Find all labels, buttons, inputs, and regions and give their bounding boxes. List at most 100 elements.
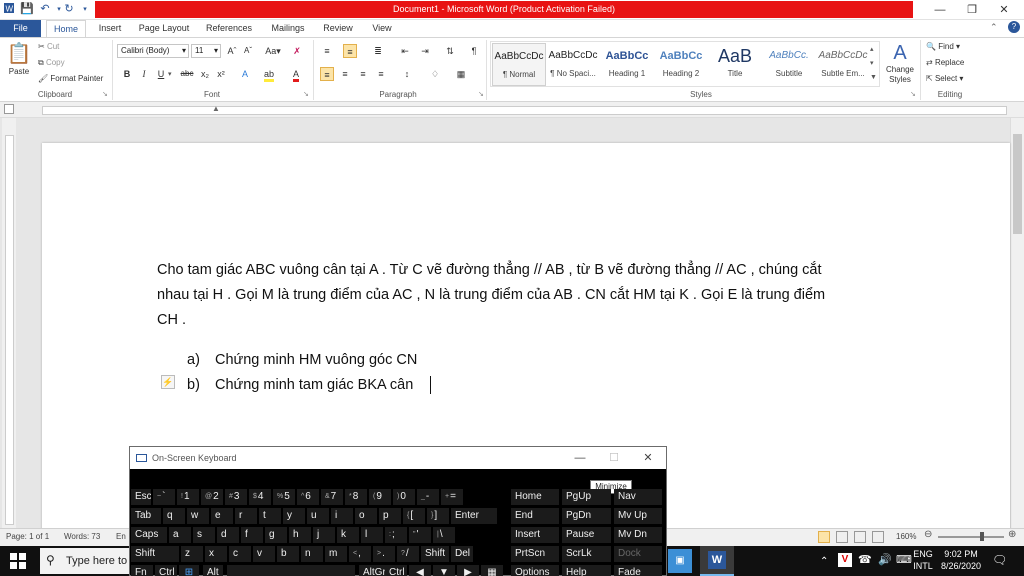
osk-nav-key[interactable]: Pause	[562, 527, 611, 543]
osk-key[interactable]: p	[379, 508, 401, 524]
autocorrect-options-icon[interactable]: ⚡	[161, 375, 175, 389]
ruler-scale[interactable]	[42, 106, 1007, 115]
osk-nav-key[interactable]: Options	[511, 565, 559, 576]
osk-key[interactable]: {[	[403, 508, 425, 524]
page-count[interactable]: Page: 1 of 1	[6, 528, 49, 546]
numbering-icon[interactable]: ≡	[343, 44, 357, 58]
select-button[interactable]: ⇱ Select ▾	[926, 73, 963, 84]
osk-space-key[interactable]	[227, 565, 355, 576]
language-indicator[interactable]: ENG INTL	[912, 548, 934, 572]
shading-icon[interactable]: ♢	[428, 67, 442, 81]
osk-nav-key[interactable]: Mv Up	[614, 508, 662, 524]
osk-key[interactable]: y	[283, 508, 305, 524]
style-subtle-emphasis[interactable]: AaBbCcDc Subtle Em...	[816, 43, 870, 86]
list-item[interactable]: Chứng minh HM vuông góc CN	[215, 348, 417, 373]
osk-key[interactable]: j	[313, 527, 335, 543]
osk-key[interactable]: k	[337, 527, 359, 543]
osk-key[interactable]: u	[307, 508, 329, 524]
osk-key[interactable]: e	[211, 508, 233, 524]
style-subtitle[interactable]: AaBbCc. Subtitle	[762, 43, 816, 86]
osk-nav-key[interactable]: Help	[562, 565, 611, 576]
increase-indent-icon[interactable]: ⇥	[418, 44, 432, 58]
osk-key[interactable]: z	[181, 546, 203, 562]
osk-key[interactable]: Fn	[131, 565, 153, 576]
paragraph-line[interactable]: nhau tại H . Gọi M là trung điểm của AC …	[157, 283, 825, 308]
osk-nav-key[interactable]: Insert	[511, 527, 559, 543]
line-spacing-icon[interactable]: ↕	[400, 67, 414, 81]
tab-home[interactable]: Home	[46, 20, 86, 37]
osk-key[interactable]: "'	[409, 527, 431, 543]
superscript-button[interactable]: x²	[214, 67, 228, 81]
osk-key[interactable]: l	[361, 527, 383, 543]
styles-scroll-icons[interactable]: ▴ ▾ ▼	[870, 43, 877, 85]
osk-key[interactable]: _-	[417, 489, 439, 505]
osk-key[interactable]: r	[235, 508, 257, 524]
highlight-icon[interactable]: ab	[262, 67, 276, 82]
unikey-icon[interactable]: V	[838, 553, 852, 567]
osk-key[interactable]: b	[277, 546, 299, 562]
osk-key[interactable]: $4	[249, 489, 271, 505]
borders-icon[interactable]: ▦	[454, 67, 468, 81]
tab-references[interactable]: References	[200, 20, 258, 37]
osk-key[interactable]: m	[325, 546, 347, 562]
align-center-icon[interactable]: ≡	[338, 67, 352, 81]
word-count[interactable]: Words: 73	[64, 528, 100, 546]
osk-key[interactable]: #3	[225, 489, 247, 505]
format-painter-button[interactable]: 🖌 Format Painter	[38, 73, 103, 84]
customize-icon[interactable]: ▾	[78, 2, 92, 17]
zoom-out-icon[interactable]: ⊖	[924, 529, 932, 540]
sort-icon[interactable]: ⇅	[443, 44, 457, 58]
osk-key[interactable]: d	[217, 527, 239, 543]
osk-key[interactable]: a	[169, 527, 191, 543]
shrink-font-button[interactable]: Aˇ	[241, 44, 255, 58]
osk-key[interactable]: n	[301, 546, 323, 562]
copy-button[interactable]: ⧉ Copy	[38, 57, 65, 68]
osk-nav-key[interactable]: Home	[511, 489, 559, 505]
osk-maximize-button[interactable]: ☐	[597, 447, 631, 469]
osk-key[interactable]: Enter	[451, 508, 497, 524]
osk-key[interactable]: w	[187, 508, 209, 524]
volume-icon[interactable]: 🔊	[878, 553, 892, 566]
osk-key[interactable]: i	[331, 508, 353, 524]
tab-view[interactable]: View	[364, 20, 400, 37]
osk-key[interactable]: <,	[349, 546, 371, 562]
osk-nav-key[interactable]: Dock	[614, 546, 662, 562]
ribbon-collapse-icon[interactable]: ⌃	[990, 22, 998, 33]
change-case-button[interactable]: Aa▾	[263, 44, 283, 58]
osk-key[interactable]: |\	[433, 527, 455, 543]
osk-key[interactable]: ^6	[297, 489, 319, 505]
osk-minimize-button[interactable]: —	[563, 447, 597, 469]
tab-insert[interactable]: Insert	[92, 20, 128, 37]
underline-dropdown-icon[interactable]: ▾	[168, 70, 172, 78]
osk-key[interactable]: )0	[393, 489, 415, 505]
osk-menu-key[interactable]: ▦	[481, 565, 503, 576]
osk-close-button[interactable]: ✕	[631, 447, 665, 469]
osk-nav-key[interactable]: PgUp	[562, 489, 611, 505]
align-left-icon[interactable]: ≡	[320, 67, 334, 81]
osk-key[interactable]: }]	[427, 508, 449, 524]
osk-down-arrow-key[interactable]: ▼	[433, 565, 455, 576]
osk-key[interactable]: f	[241, 527, 263, 543]
minimize-window-button[interactable]: —	[924, 0, 956, 20]
font-name-combo[interactable]: Calibri (Body) ▾	[117, 44, 189, 58]
osk-key[interactable]: g	[265, 527, 287, 543]
show-hidden-icons-icon[interactable]: ⌃	[820, 556, 828, 567]
taskbar-app-icon[interactable]: ▣	[668, 549, 692, 573]
osk-key[interactable]: Shift	[131, 546, 179, 562]
bullets-icon[interactable]: ≡	[320, 44, 334, 58]
full-screen-view-icon[interactable]	[836, 531, 848, 543]
tab-mailings[interactable]: Mailings	[264, 20, 312, 37]
cut-button[interactable]: ✂ Cut	[38, 41, 59, 52]
redo-icon[interactable]: ↻	[62, 2, 76, 17]
tab-file[interactable]: File	[0, 20, 41, 37]
bold-button[interactable]: B	[120, 67, 134, 81]
zoom-slider[interactable]	[938, 536, 1004, 538]
osk-nav-key[interactable]: Nav	[614, 489, 662, 505]
osk-key[interactable]: :;	[385, 527, 407, 543]
justify-icon[interactable]: ≡	[374, 67, 388, 81]
osk-nav-key[interactable]: Fade	[614, 565, 662, 576]
osk-key[interactable]: ?/	[397, 546, 419, 562]
osk-key[interactable]: ~`	[153, 489, 175, 505]
osk-key[interactable]: q	[163, 508, 185, 524]
save-icon[interactable]: 💾	[20, 2, 34, 17]
